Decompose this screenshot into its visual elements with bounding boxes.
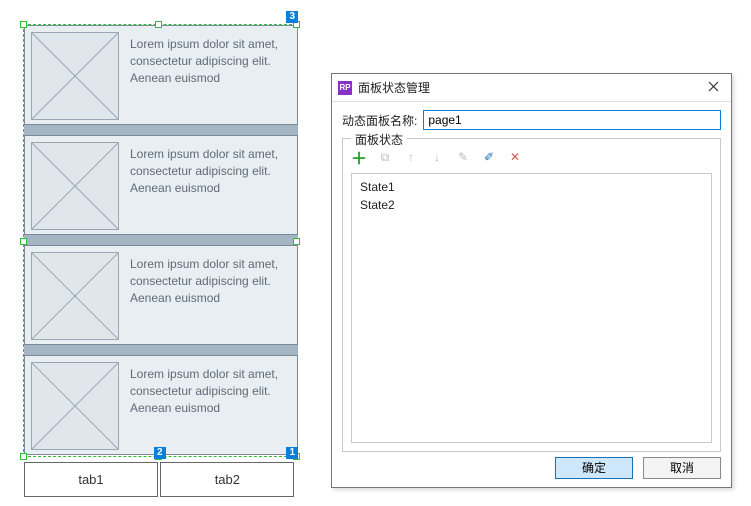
move-down-button[interactable]: ↓ — [429, 149, 445, 165]
cancel-button[interactable]: 取消 — [643, 457, 721, 479]
row-divider — [24, 235, 298, 245]
tab-bar: tab1 tab2 — [24, 462, 296, 497]
list-row[interactable]: Lorem ipsum dolor sit amet, consectetur … — [24, 245, 298, 345]
resize-handle-e[interactable] — [293, 238, 300, 245]
selection-badge: 2 — [154, 447, 166, 459]
edit-state-button[interactable]: ✐ — [481, 149, 497, 165]
state-item[interactable]: State2 — [356, 196, 707, 214]
close-button[interactable] — [701, 81, 725, 95]
resize-handle-nw[interactable] — [20, 21, 27, 28]
panel-state-dialog: RP 面板状态管理 动态面板名称: 面板状态 ＋ ⧉ ↑ ↓ ✎ ✐ ✕ Sta… — [331, 73, 732, 488]
row-text: Lorem ipsum dolor sit amet, consectetur … — [130, 256, 285, 306]
selection-badge: 1 — [286, 447, 298, 459]
tab-2[interactable]: tab2 — [160, 462, 294, 497]
row-text: Lorem ipsum dolor sit amet, consectetur … — [130, 366, 285, 416]
placeholder-image-icon — [31, 32, 119, 120]
placeholder-image-icon — [31, 252, 119, 340]
rename-state-button[interactable]: ✎ — [455, 149, 471, 165]
selection-badge: 3 — [286, 11, 298, 23]
panel-name-input[interactable] — [423, 110, 721, 130]
dialog-title: 面板状态管理 — [358, 79, 695, 96]
tab-1[interactable]: tab1 — [24, 462, 158, 497]
dialog-titlebar[interactable]: RP 面板状态管理 — [332, 74, 731, 102]
dialog-buttons: 确定 取消 — [555, 457, 721, 479]
states-toolbar: ＋ ⧉ ↑ ↓ ✎ ✐ ✕ — [351, 145, 712, 169]
list-row[interactable]: Lorem ipsum dolor sit amet, consectetur … — [24, 25, 298, 125]
row-divider — [24, 125, 298, 135]
row-divider — [24, 345, 298, 355]
dialog-body: 动态面板名称: 面板状态 ＋ ⧉ ↑ ↓ ✎ ✐ ✕ State1 State2 — [332, 102, 731, 460]
ok-button[interactable]: 确定 — [555, 457, 633, 479]
move-up-button[interactable]: ↑ — [403, 149, 419, 165]
duplicate-state-button[interactable]: ⧉ — [377, 149, 393, 165]
list-row[interactable]: Lorem ipsum dolor sit amet, consectetur … — [24, 135, 298, 235]
app-icon: RP — [338, 81, 352, 95]
placeholder-image-icon — [31, 142, 119, 230]
placeholder-image-icon — [31, 362, 119, 450]
states-legend: 面板状态 — [351, 131, 407, 148]
states-fieldset: 面板状态 ＋ ⧉ ↑ ↓ ✎ ✐ ✕ State1 State2 — [342, 138, 721, 452]
add-state-button[interactable]: ＋ — [351, 149, 367, 165]
row-text: Lorem ipsum dolor sit amet, consectetur … — [130, 36, 285, 86]
name-row: 动态面板名称: — [342, 110, 721, 130]
delete-state-button[interactable]: ✕ — [507, 149, 523, 165]
dynamic-panel-selection[interactable]: Lorem ipsum dolor sit amet, consectetur … — [23, 24, 297, 457]
resize-handle-sw[interactable] — [20, 453, 27, 460]
close-icon — [708, 81, 719, 92]
prototype-canvas: Lorem ipsum dolor sit amet, consectetur … — [23, 24, 297, 457]
state-item[interactable]: State1 — [356, 178, 707, 196]
state-list[interactable]: State1 State2 — [351, 173, 712, 443]
resize-handle-n[interactable] — [155, 21, 162, 28]
row-text: Lorem ipsum dolor sit amet, consectetur … — [130, 146, 285, 196]
list-row[interactable]: Lorem ipsum dolor sit amet, consectetur … — [24, 355, 298, 455]
name-label: 动态面板名称: — [342, 112, 417, 129]
resize-handle-w[interactable] — [20, 238, 27, 245]
